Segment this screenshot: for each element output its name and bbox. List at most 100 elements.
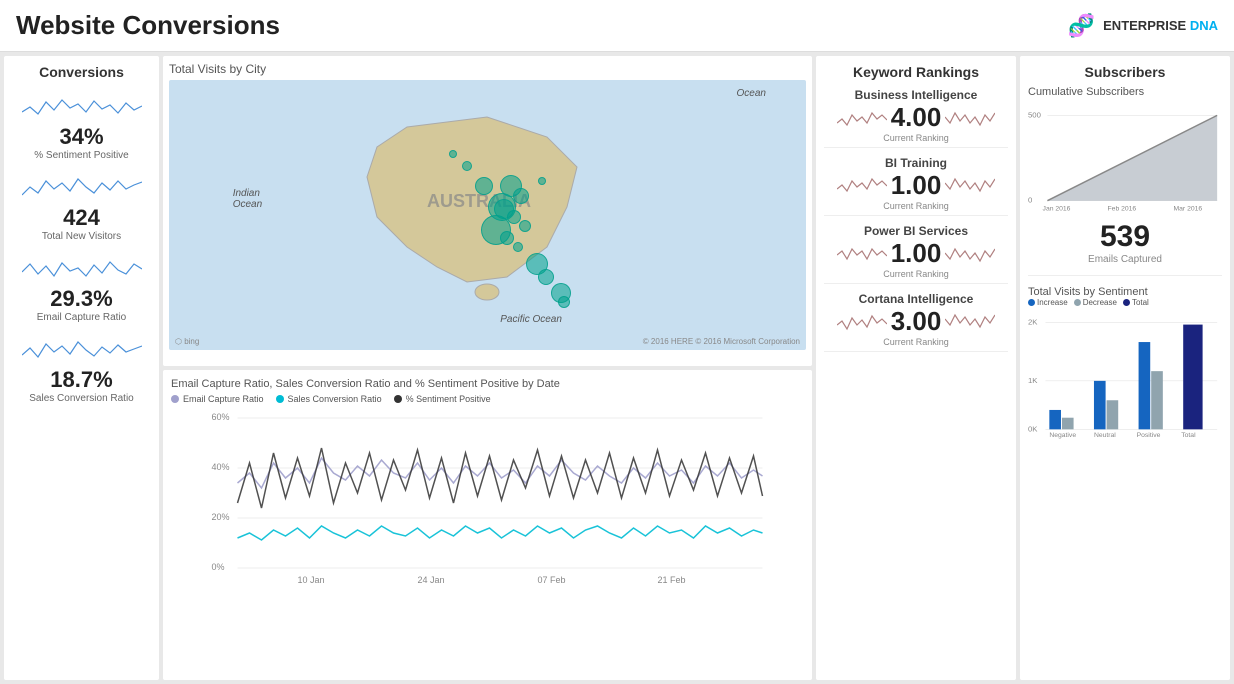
- content-area: Conversions 34% % Sentiment Positive 424…: [0, 52, 1234, 684]
- keyword-sparkline-power-bi: [837, 241, 887, 266]
- metric-label-email-capture: Email Capture Ratio: [37, 312, 126, 323]
- bar-chart-svg: 2K 1K 0K: [1028, 311, 1222, 441]
- svg-text:Positive: Positive: [1137, 432, 1161, 439]
- header: Website Conversions 🧬 ENTERPRISE DNA: [0, 0, 1234, 52]
- keyword-sparkline-training-right: [945, 173, 995, 198]
- sparkline-sentiment: [22, 92, 142, 122]
- subscribers-title: Subscribers: [1028, 64, 1222, 80]
- emails-value: 539: [1028, 220, 1222, 254]
- legend-email: Email Capture Ratio: [171, 394, 264, 404]
- map-bing-label: ⬡ bing: [175, 337, 199, 346]
- cumulative-label: Cumulative Subscribers: [1028, 86, 1222, 98]
- bar-positive-decrease: [1151, 371, 1163, 429]
- keyword-sparkline-cortana: [837, 309, 887, 334]
- keyword-sparkline-power-bi-right: [945, 241, 995, 266]
- legend-sentiment: % Sentiment Positive: [394, 394, 491, 404]
- left-panel: Conversions 34% % Sentiment Positive 424…: [4, 56, 159, 680]
- keyword-rank-value-power-bi: 1.00: [891, 238, 942, 269]
- bar-chart-area: 2K 1K 0K: [1028, 311, 1222, 441]
- keyword-rank-value-training: 1.00: [891, 170, 942, 201]
- keyword-sparkline-bi-right: [945, 105, 995, 130]
- keyword-name-cortana: Cortana Intelligence: [824, 292, 1008, 306]
- metric-label-sales: Sales Conversion Ratio: [29, 393, 134, 404]
- svg-text:07 Feb: 07 Feb: [538, 575, 566, 585]
- map-dot: [513, 242, 523, 252]
- keyword-sparkline-training: [837, 173, 887, 198]
- keyword-name-power-bi: Power BI Services: [824, 224, 1008, 238]
- divider: [1028, 275, 1222, 276]
- logo: 🧬 ENTERPRISE DNA: [1068, 13, 1218, 39]
- svg-text:0K: 0K: [1028, 424, 1038, 433]
- metric-value-visitors: 424: [63, 205, 100, 231]
- bar-legend-decrease: Decrease: [1074, 298, 1117, 307]
- bar-dot-decrease: [1074, 299, 1081, 306]
- sparkline-sales: [22, 335, 142, 365]
- svg-text:Neutral: Neutral: [1094, 432, 1116, 439]
- svg-text:Feb 2016: Feb 2016: [1108, 205, 1137, 212]
- map-label-ocean: Ocean: [737, 88, 766, 99]
- keyword-item-bi: Business Intelligence 4.00 Current Ranki…: [824, 88, 1008, 148]
- logo-text: ENTERPRISE DNA: [1103, 18, 1218, 33]
- map-panel: Total Visits by City Ocean IndianOcean P…: [163, 56, 812, 366]
- cumulative-chart-svg: 500 0 Jan 2016 Feb 2016 Mar 2016: [1028, 104, 1222, 214]
- keyword-rank-row-training: 1.00: [824, 170, 1008, 201]
- svg-text:Negative: Negative: [1049, 432, 1076, 439]
- bar-neutral-increase: [1094, 381, 1106, 430]
- svg-text:10 Jan: 10 Jan: [298, 575, 325, 585]
- svg-text:0: 0: [1028, 196, 1032, 205]
- map-dot: [513, 188, 529, 204]
- metric-sentiment: 34% % Sentiment Positive: [12, 92, 151, 161]
- chart-legend: Email Capture Ratio Sales Conversion Rat…: [171, 394, 804, 404]
- cumulative-chart: 500 0 Jan 2016 Feb 2016 Mar 2016: [1028, 104, 1222, 214]
- subscribers-panel: Subscribers Cumulative Subscribers 500 0…: [1020, 56, 1230, 680]
- bar-label-total: Total: [1132, 298, 1149, 307]
- chart-title: Email Capture Ratio, Sales Conversion Ra…: [171, 378, 804, 390]
- legend-dot-sentiment: [394, 395, 402, 403]
- svg-text:Jan 2016: Jan 2016: [1043, 205, 1071, 212]
- bar-label-increase: Increase: [1037, 298, 1068, 307]
- line-chart-panel: Email Capture Ratio, Sales Conversion Ra…: [163, 370, 812, 680]
- page-title: Website Conversions: [16, 10, 280, 41]
- line-chart-area: 60% 40% 20% 0% 10 Jan 24 Jan 07 Feb 21: [171, 408, 804, 588]
- legend-label-sales: Sales Conversion Ratio: [288, 394, 382, 404]
- keyword-rank-value-cortana: 3.00: [891, 306, 942, 337]
- svg-text:21 Feb: 21 Feb: [658, 575, 686, 585]
- emails-captured: 539 Emails Captured: [1028, 220, 1222, 265]
- bar-dot-total: [1123, 299, 1130, 306]
- metric-visitors: 424 Total New Visitors: [12, 173, 151, 242]
- metric-label-visitors: Total New Visitors: [42, 231, 121, 242]
- emails-label: Emails Captured: [1028, 254, 1222, 265]
- svg-text:2K: 2K: [1028, 318, 1038, 327]
- keyword-item-power-bi: Power BI Services 1.00 Current Ranking: [824, 224, 1008, 284]
- australia-shape: AUSTRALIA: [347, 107, 607, 307]
- map-label-indian-ocean: IndianOcean: [233, 188, 262, 210]
- map-label-pacific: Pacific Ocean: [500, 314, 562, 325]
- legend-label-email: Email Capture Ratio: [183, 394, 264, 404]
- center-panel: Total Visits by City Ocean IndianOcean P…: [163, 56, 812, 680]
- keyword-rank-label-cortana: Current Ranking: [824, 337, 1008, 347]
- sparkline-visitors: [22, 173, 142, 203]
- keyword-rank-label-training: Current Ranking: [824, 201, 1008, 211]
- svg-text:60%: 60%: [212, 412, 230, 422]
- keyword-sparkline-cortana-right: [945, 309, 995, 334]
- bar-legend-total: Total: [1123, 298, 1149, 307]
- map-dot: [475, 177, 493, 195]
- keyword-title: Keyword Rankings: [824, 64, 1008, 80]
- svg-text:Mar 2016: Mar 2016: [1174, 205, 1203, 212]
- conversions-title: Conversions: [12, 64, 151, 80]
- svg-text:0%: 0%: [212, 562, 225, 572]
- bar-chart-section: Total Visits by Sentiment Increase Decre…: [1028, 286, 1222, 672]
- bar-total: [1183, 325, 1202, 430]
- line-chart-svg: 60% 40% 20% 0% 10 Jan 24 Jan 07 Feb 21: [171, 408, 804, 588]
- legend-dot-email: [171, 395, 179, 403]
- keyword-name-training: BI Training: [824, 156, 1008, 170]
- map-dot: [558, 296, 570, 308]
- metric-sales: 18.7% Sales Conversion Ratio: [12, 335, 151, 404]
- map-footer: © 2016 HERE © 2016 Microsoft Corporation: [643, 337, 800, 346]
- dashboard: Website Conversions 🧬 ENTERPRISE DNA Con…: [0, 0, 1234, 684]
- keyword-item-training: BI Training 1.00 Current Ranking: [824, 156, 1008, 216]
- svg-text:40%: 40%: [212, 462, 230, 472]
- logo-icon: 🧬: [1068, 13, 1095, 39]
- bar-negative-decrease: [1062, 418, 1074, 430]
- metric-label-sentiment: % Sentiment Positive: [34, 150, 129, 161]
